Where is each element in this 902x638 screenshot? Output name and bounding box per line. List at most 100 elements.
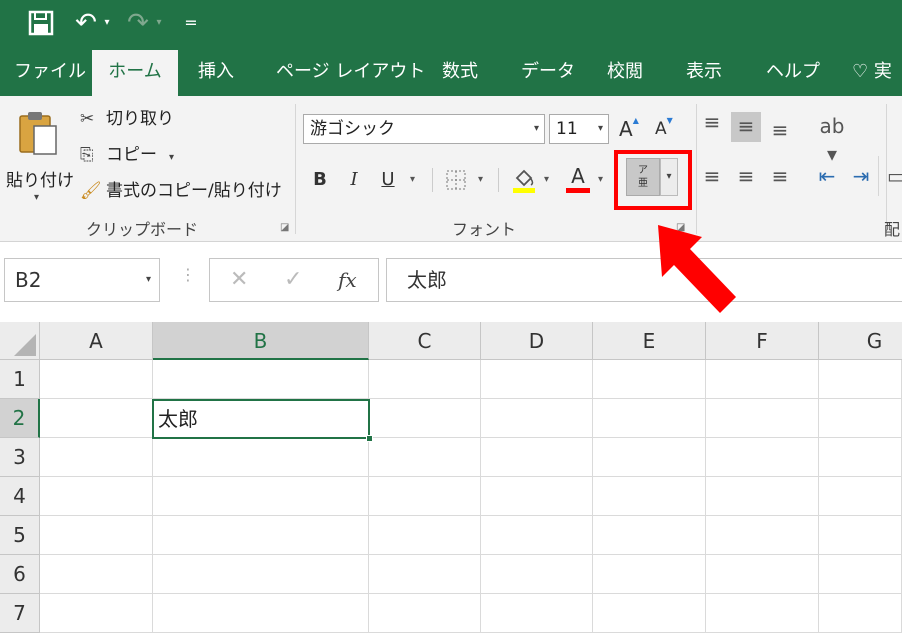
underline-button[interactable]: U xyxy=(376,164,400,196)
cell-d6[interactable] xyxy=(481,555,593,594)
cell-f2[interactable] xyxy=(706,399,819,438)
row-header-7[interactable]: 7 xyxy=(0,594,40,633)
active-cell-b2[interactable]: 太郎 xyxy=(152,399,370,439)
format-painter-button[interactable]: 🖌 書式のコピー/貼り付け xyxy=(80,176,282,206)
cell-c6[interactable] xyxy=(369,555,481,594)
cell-c2[interactable] xyxy=(369,399,481,438)
row-header-3[interactable]: 3 xyxy=(0,438,40,477)
column-header-e[interactable]: E xyxy=(593,322,706,360)
cell-g6[interactable] xyxy=(819,555,902,594)
cell-a6[interactable] xyxy=(40,555,153,594)
cell-c1[interactable] xyxy=(369,360,481,399)
cancel-icon[interactable]: ✕ xyxy=(230,259,248,301)
redo-dropdown-icon[interactable]: ▾ xyxy=(153,6,165,40)
cell-a2[interactable] xyxy=(40,399,153,438)
tab-view[interactable]: 表示 xyxy=(686,48,722,96)
undo-dropdown-icon[interactable]: ▾ xyxy=(101,6,113,40)
column-header-b[interactable]: B xyxy=(153,322,369,360)
copy-dropdown-icon[interactable]: ▾ xyxy=(169,152,174,163)
row-header-4[interactable]: 4 xyxy=(0,477,40,516)
borders-button[interactable] xyxy=(443,164,469,196)
cell-b6[interactable] xyxy=(153,555,369,594)
cell-f1[interactable] xyxy=(706,360,819,399)
redo-icon[interactable]: ↷ xyxy=(124,6,152,40)
cell-a3[interactable] xyxy=(40,438,153,477)
cell-e5[interactable] xyxy=(593,516,706,555)
cell-f7[interactable] xyxy=(706,594,819,633)
select-all-button[interactable] xyxy=(0,322,40,360)
tab-tell-me[interactable]: ♡ 実 xyxy=(852,48,892,96)
cell-f5[interactable] xyxy=(706,516,819,555)
cell-d3[interactable] xyxy=(481,438,593,477)
decrease-font-size-button[interactable]: A▼ xyxy=(655,114,673,144)
font-size-combo[interactable]: 11 ▾ xyxy=(549,114,609,144)
cell-c5[interactable] xyxy=(369,516,481,555)
fill-color-dropdown-icon[interactable]: ▾ xyxy=(544,174,549,185)
tab-review[interactable]: 校閲 xyxy=(607,48,643,96)
align-bottom-icon[interactable]: ≡ xyxy=(765,116,795,146)
cell-g1[interactable] xyxy=(819,360,902,399)
cell-a5[interactable] xyxy=(40,516,153,555)
cell-a4[interactable] xyxy=(40,477,153,516)
font-color-dropdown-icon[interactable]: ▾ xyxy=(598,174,603,185)
cell-f3[interactable] xyxy=(706,438,819,477)
undo-icon[interactable]: ↶ xyxy=(72,6,100,40)
align-left-icon[interactable]: ≡ xyxy=(697,162,727,192)
name-box[interactable]: B2 ▾ xyxy=(4,258,160,302)
enter-icon[interactable]: ✓ xyxy=(284,259,302,301)
cell-d7[interactable] xyxy=(481,594,593,633)
copy-button[interactable]: ⎘ コピー ▾ xyxy=(80,140,174,170)
row-header-6[interactable]: 6 xyxy=(0,555,40,594)
cell-d1[interactable] xyxy=(481,360,593,399)
decrease-indent-icon[interactable]: ⇤ xyxy=(812,162,842,192)
save-icon[interactable] xyxy=(24,6,58,40)
tab-formulas[interactable]: 数式 xyxy=(442,48,478,96)
underline-dropdown-icon[interactable]: ▾ xyxy=(410,174,415,185)
tab-page-layout[interactable]: ページ レイアウト xyxy=(276,48,425,96)
chevron-down-icon[interactable]: ▾ xyxy=(534,115,539,143)
tab-file[interactable]: ファイル xyxy=(14,48,86,96)
cell-a1[interactable] xyxy=(40,360,153,399)
cell-c4[interactable] xyxy=(369,477,481,516)
cell-g4[interactable] xyxy=(819,477,902,516)
tab-home[interactable]: ホーム xyxy=(92,50,178,96)
row-header-2[interactable]: 2 xyxy=(0,399,40,438)
increase-font-size-button[interactable]: A▲ xyxy=(619,114,639,144)
customize-qat-icon[interactable]: = xyxy=(182,6,200,40)
cell-d4[interactable] xyxy=(481,477,593,516)
paste-dropdown-icon[interactable]: ▾ xyxy=(34,192,39,203)
cell-b5[interactable] xyxy=(153,516,369,555)
align-top-icon[interactable]: ≡ xyxy=(697,108,727,138)
align-center-icon[interactable]: ≡ xyxy=(731,162,761,192)
orientation-icon[interactable]: ab ▾ xyxy=(812,112,852,166)
cell-f4[interactable] xyxy=(706,477,819,516)
insert-function-icon[interactable]: fx xyxy=(338,259,357,301)
cell-e3[interactable] xyxy=(593,438,706,477)
align-right-icon[interactable]: ≡ xyxy=(765,162,795,192)
align-middle-icon[interactable]: ≡ xyxy=(731,112,761,142)
column-header-c[interactable]: C xyxy=(369,322,481,360)
cell-g3[interactable] xyxy=(819,438,902,477)
fill-handle[interactable] xyxy=(366,435,373,442)
row-header-5[interactable]: 5 xyxy=(0,516,40,555)
chevron-down-icon[interactable]: ▾ xyxy=(146,259,151,301)
font-color-button[interactable]: A xyxy=(564,164,592,196)
clipboard-dialog-launcher-icon[interactable]: ◪ xyxy=(280,222,289,233)
font-name-combo[interactable]: 游ゴシック ▾ xyxy=(303,114,545,144)
chevron-down-icon[interactable]: ▾ xyxy=(598,115,603,143)
cell-c3[interactable] xyxy=(369,438,481,477)
paste-button[interactable]: 貼り付け ▾ xyxy=(4,106,74,206)
cell-g5[interactable] xyxy=(819,516,902,555)
cell-b4[interactable] xyxy=(153,477,369,516)
cell-a7[interactable] xyxy=(40,594,153,633)
formula-bar-splitter-icon[interactable]: ⋮ xyxy=(180,265,196,284)
column-header-d[interactable]: D xyxy=(481,322,593,360)
italic-button[interactable]: I xyxy=(342,164,366,196)
cell-b3[interactable] xyxy=(153,438,369,477)
bold-button[interactable]: B xyxy=(308,164,332,196)
column-header-a[interactable]: A xyxy=(40,322,153,360)
cell-e2[interactable] xyxy=(593,399,706,438)
cell-c7[interactable] xyxy=(369,594,481,633)
tab-insert[interactable]: 挿入 xyxy=(198,48,234,96)
cell-d5[interactable] xyxy=(481,516,593,555)
